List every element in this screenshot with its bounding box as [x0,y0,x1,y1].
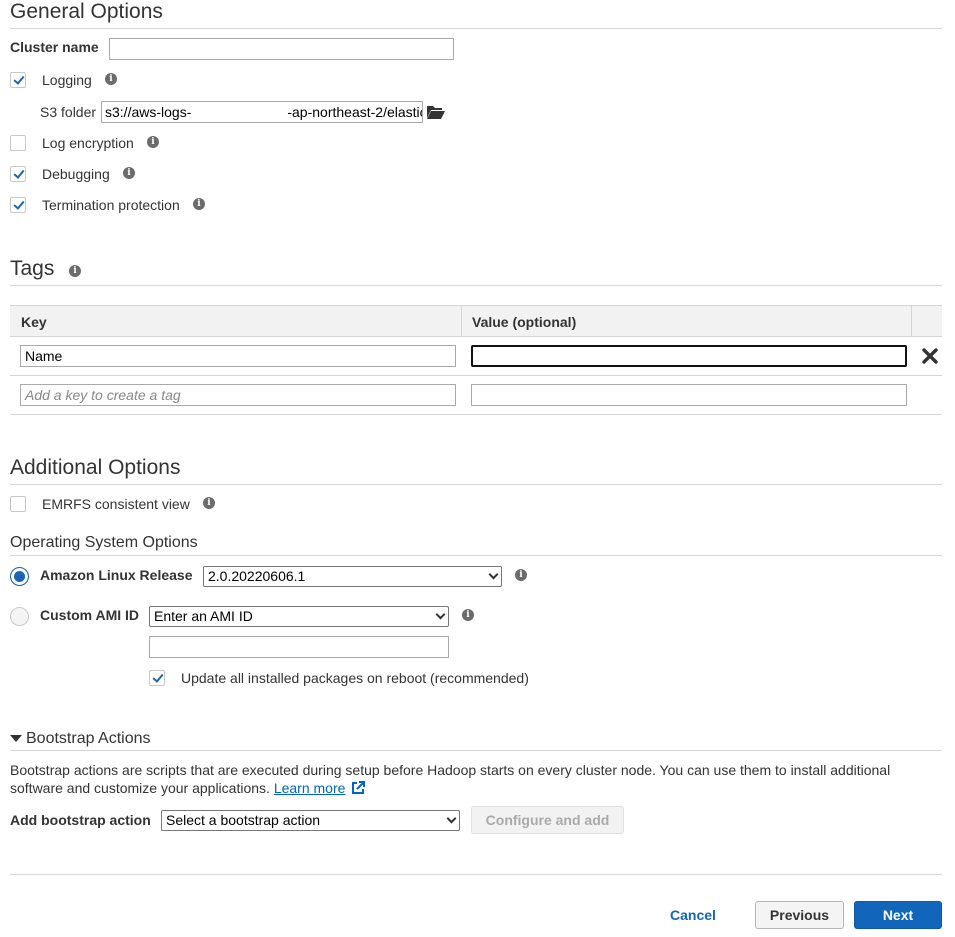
debugging-info-icon[interactable]: i [123,167,135,179]
custom-ami-label: Custom AMI ID [40,607,140,623]
custom-ami-radio[interactable] [10,607,29,626]
new-tag-value-input[interactable] [471,384,907,406]
debugging-label: Debugging [42,166,110,182]
next-button[interactable]: Next [854,901,942,929]
s3-folder-value-end: -ap-northeast-2/elastic [287,104,423,120]
custom-ami-info-icon[interactable]: i [462,609,474,621]
bootstrap-description: Bootstrap actions are scripts that are e… [10,762,891,796]
divider [10,28,942,29]
bootstrap-description-block: Bootstrap actions are scripts that are e… [10,761,910,797]
custom-ami-select-value: Enter an AMI ID [154,608,253,624]
tags-col-value: Value (optional) [472,314,577,330]
tags-title: Tags [10,257,55,280]
termination-protection-checkbox[interactable] [10,197,26,213]
cancel-button[interactable]: Cancel [670,907,716,923]
tags-col-key: Key [21,314,47,330]
add-bootstrap-label: Add bootstrap action [10,812,151,828]
configure-and-add-button[interactable]: Configure and add [471,806,624,834]
bootstrap-action-select-value: Select a bootstrap action [166,812,321,828]
learn-more-link[interactable]: Learn more [274,780,346,796]
column-divider [911,306,912,336]
amazon-linux-label: Amazon Linux Release [40,567,193,583]
log-encryption-label: Log encryption [42,135,134,151]
update-packages-label: Update all installed packages on reboot … [181,670,529,686]
amazon-linux-info-icon[interactable]: i [515,569,527,581]
divider [10,375,942,376]
tag-key-input[interactable]: Name [20,345,456,367]
folder-open-icon[interactable] [426,104,446,120]
divider [10,555,942,556]
termination-protection-label: Termination protection [42,197,180,213]
tags-info-icon[interactable]: i [69,265,81,277]
divider [10,414,942,415]
cluster-name-input[interactable] [109,38,454,60]
amazon-linux-release-value: 2.0.20220606.1 [208,568,306,584]
tag-value-input[interactable] [471,345,907,367]
tags-table-header: Key Value (optional) [10,305,942,337]
previous-button[interactable]: Previous [755,901,844,929]
s3-folder-value-start: s3://aws-logs- [105,104,192,120]
debugging-checkbox[interactable] [10,166,26,182]
log-encryption-info-icon[interactable]: i [147,136,159,148]
emrfs-info-icon[interactable]: i [203,497,215,509]
s3-folder-label: S3 folder [40,104,97,120]
divider [10,874,942,875]
emrfs-label: EMRFS consistent view [42,496,190,512]
general-options-title: General Options [10,0,163,23]
column-divider [461,306,462,336]
divider [10,750,942,751]
s3-folder-input[interactable]: s3://aws-logs- -ap-northeast-2/elastic [101,101,423,123]
additional-options-title: Additional Options [10,456,181,479]
logging-checkbox[interactable] [10,72,26,88]
new-tag-key-input[interactable]: Add a key to create a tag [20,384,456,406]
chevron-down-icon [446,813,457,824]
remove-tag-icon[interactable] [922,348,938,364]
chevron-down-icon [488,569,499,580]
divider [10,484,942,485]
custom-ami-select[interactable]: Enter an AMI ID [149,606,449,627]
os-options-title: Operating System Options [10,534,198,551]
logging-info-icon[interactable]: i [105,73,117,85]
termination-protection-info-icon[interactable]: i [193,198,205,210]
amazon-linux-release-select[interactable]: 2.0.20220606.1 [203,566,502,587]
amazon-linux-radio[interactable] [10,567,29,586]
custom-ami-input[interactable] [149,636,449,658]
log-encryption-checkbox[interactable] [10,135,26,151]
update-packages-checkbox[interactable] [149,670,165,686]
logging-label: Logging [42,72,92,88]
cluster-name-label: Cluster name [10,39,99,55]
bootstrap-title: Bootstrap Actions [26,730,151,747]
emrfs-checkbox[interactable] [10,496,26,512]
caret-down-icon [10,735,22,742]
bootstrap-action-select[interactable]: Select a bootstrap action [161,810,460,831]
external-link-icon[interactable] [351,781,366,795]
divider [10,285,942,286]
chevron-down-icon [435,609,446,620]
